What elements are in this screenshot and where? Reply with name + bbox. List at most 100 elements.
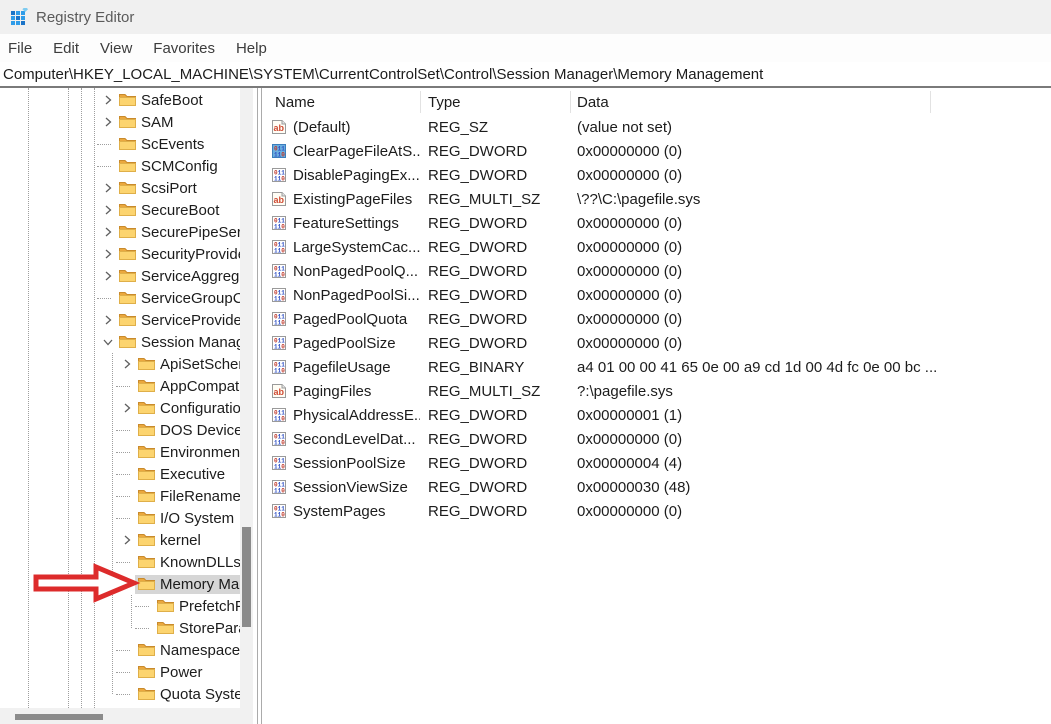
chevron-right-icon[interactable]	[100, 271, 116, 281]
registry-value-row[interactable]: 011110 SecondLevelDat... REG_DWORD 0x000…	[262, 427, 1051, 451]
tree-item-i-o-system[interactable]: I/O System	[0, 507, 240, 529]
value-type: REG_DWORD	[420, 431, 570, 448]
tree-item-safeboot[interactable]: SafeBoot	[0, 89, 240, 111]
tree-item-label: SCMConfig	[141, 158, 218, 175]
registry-value-row[interactable]: 011110 NonPagedPoolQ... REG_DWORD 0x0000…	[262, 259, 1051, 283]
tree-item-serviceaggreg[interactable]: ServiceAggreg	[0, 265, 240, 287]
chevron-down-icon[interactable]	[100, 337, 116, 347]
registry-value-row[interactable]: 011110 NonPagedPoolSi... REG_DWORD 0x000…	[262, 283, 1051, 307]
tree-item-power[interactable]: Power	[0, 661, 240, 683]
tree-item-label: PrefetchP	[179, 598, 240, 615]
tree-item-scmconfig[interactable]: SCMConfig	[0, 155, 240, 177]
registry-value-row[interactable]: ab PagingFiles REG_MULTI_SZ ?:\pagefile.…	[262, 379, 1051, 403]
address-bar[interactable]: Computer\HKEY_LOCAL_MACHINE\SYSTEM\Curre…	[0, 62, 1051, 88]
address-path[interactable]: Computer\HKEY_LOCAL_MACHINE\SYSTEM\Curre…	[3, 66, 763, 83]
tree-item-sam[interactable]: SAM	[0, 111, 240, 133]
svg-text:110: 110	[274, 224, 285, 231]
tree-item-label: KnownDLLs	[160, 554, 240, 571]
tree-item-serviceprovide[interactable]: ServiceProvide	[0, 309, 240, 331]
tree-vertical-scrollbar[interactable]	[240, 88, 253, 708]
tree-item-dos-device[interactable]: DOS Device	[0, 419, 240, 441]
menu-item-edit[interactable]: Edit	[53, 40, 79, 57]
tree-item-label: Session Manag	[141, 334, 240, 351]
registry-value-row[interactable]: 011110 SessionPoolSize REG_DWORD 0x00000…	[262, 451, 1051, 475]
registry-value-row[interactable]: 011110 PagedPoolQuota REG_DWORD 0x000000…	[262, 307, 1051, 331]
tree-item-securityprovide[interactable]: SecurityProvide	[0, 243, 240, 265]
tree-horizontal-scrollbar[interactable]	[0, 708, 253, 724]
tree-item-storepara[interactable]: StorePara	[0, 617, 240, 639]
registry-value-row[interactable]: 011110 PagefileUsage REG_BINARY a4 01 00…	[262, 355, 1051, 379]
tree-item-quota-syste[interactable]: Quota Syste	[0, 683, 240, 705]
chevron-right-icon[interactable]	[119, 403, 135, 413]
binary-value-icon: 011110	[271, 239, 287, 255]
registry-value-row[interactable]: ab ExistingPageFiles REG_MULTI_SZ \??\C:…	[262, 187, 1051, 211]
tree-item-label: ApiSetSchem	[160, 356, 240, 373]
column-header-data[interactable]: Data	[570, 94, 1051, 111]
binary-value-icon: 011110	[271, 311, 287, 327]
tree-item-secureboot[interactable]: SecureBoot	[0, 199, 240, 221]
chevron-right-icon[interactable]	[100, 249, 116, 259]
registry-value-row[interactable]: 011110 LargeSystemCac... REG_DWORD 0x000…	[262, 235, 1051, 259]
value-data: 0x00000000 (0)	[570, 287, 1051, 304]
chevron-right-icon[interactable]	[100, 315, 116, 325]
tree-item-scsiport[interactable]: ScsiPort	[0, 177, 240, 199]
registry-value-row[interactable]: 011110 SessionViewSize REG_DWORD 0x00000…	[262, 475, 1051, 499]
column-divider[interactable]	[570, 91, 571, 113]
tree-item-configuratio[interactable]: Configuratio	[0, 397, 240, 419]
column-header-name[interactable]: Name	[262, 94, 420, 111]
tree-item-executive[interactable]: Executive	[0, 463, 240, 485]
column-header-type[interactable]: Type	[420, 94, 570, 111]
registry-value-row[interactable]: 011110 ClearPageFileAtS... REG_DWORD 0x0…	[262, 139, 1051, 163]
tree-item-kernel[interactable]: kernel	[0, 529, 240, 551]
registry-value-row[interactable]: 011110 PhysicalAddressE... REG_DWORD 0x0…	[262, 403, 1051, 427]
value-data: 0x00000030 (48)	[570, 479, 1051, 496]
binary-value-icon: 011110	[271, 359, 287, 375]
tree-item-label: Power	[160, 664, 203, 681]
tree-item-scevents[interactable]: ScEvents	[0, 133, 240, 155]
chevron-right-icon[interactable]	[100, 227, 116, 237]
menu-item-view[interactable]: View	[100, 40, 132, 57]
folder-icon	[138, 445, 155, 459]
chevron-right-icon[interactable]	[119, 535, 135, 545]
chevron-right-icon[interactable]	[100, 95, 116, 105]
tree-item-appcompat[interactable]: AppCompat	[0, 375, 240, 397]
value-type: REG_DWORD	[420, 407, 570, 424]
folder-icon	[119, 115, 136, 129]
chevron-right-icon[interactable]	[100, 205, 116, 215]
chevron-right-icon[interactable]	[100, 183, 116, 193]
tree-item-apisetschem[interactable]: ApiSetSchem	[0, 353, 240, 375]
value-name: ExistingPageFiles	[293, 191, 412, 208]
tree-item-prefetchp[interactable]: PrefetchP	[0, 595, 240, 617]
folder-icon	[138, 511, 155, 525]
registry-value-row[interactable]: ab (Default) REG_SZ (value not set)	[262, 115, 1051, 139]
menu-item-help[interactable]: Help	[236, 40, 267, 57]
registry-value-row[interactable]: 011110 DisablePagingEx... REG_DWORD 0x00…	[262, 163, 1051, 187]
tree-item-servicegroupc[interactable]: ServiceGroupC	[0, 287, 240, 309]
tree-vertical-scrollbar-thumb[interactable]	[242, 527, 251, 627]
menu-item-file[interactable]: File	[8, 40, 32, 57]
registry-value-row[interactable]: 011110 PagedPoolSize REG_DWORD 0x0000000…	[262, 331, 1051, 355]
value-type: REG_DWORD	[420, 479, 570, 496]
tree-item-label: Namespace	[160, 642, 240, 659]
registry-value-row[interactable]: 011110 SystemPages REG_DWORD 0x00000000 …	[262, 499, 1051, 523]
tree-item-namespace[interactable]: Namespace	[0, 639, 240, 661]
registry-value-row[interactable]: 011110 FeatureSettings REG_DWORD 0x00000…	[262, 211, 1051, 235]
column-divider[interactable]	[930, 91, 931, 113]
tree-item-filerename[interactable]: FileRename	[0, 485, 240, 507]
tree-item-label: Environmen	[160, 444, 240, 461]
tree-item-session-manag[interactable]: Session Manag	[0, 331, 240, 353]
tree-item-environmen[interactable]: Environmen	[0, 441, 240, 463]
column-divider[interactable]	[420, 91, 421, 113]
chevron-right-icon[interactable]	[100, 117, 116, 127]
chevron-down-icon[interactable]	[119, 579, 135, 589]
folder-icon	[138, 687, 155, 701]
menu-item-favorites[interactable]: Favorites	[153, 40, 215, 57]
tree-item-memory-ma[interactable]: Memory Ma	[0, 573, 240, 595]
folder-icon	[119, 291, 136, 305]
chevron-right-icon[interactable]	[119, 359, 135, 369]
tree-item-securepipeserv[interactable]: SecurePipeServ	[0, 221, 240, 243]
value-type: REG_DWORD	[420, 287, 570, 304]
tree-horizontal-scrollbar-thumb[interactable]	[15, 714, 103, 720]
string-value-icon: ab	[271, 191, 287, 207]
tree-item-knowndlls[interactable]: KnownDLLs	[0, 551, 240, 573]
